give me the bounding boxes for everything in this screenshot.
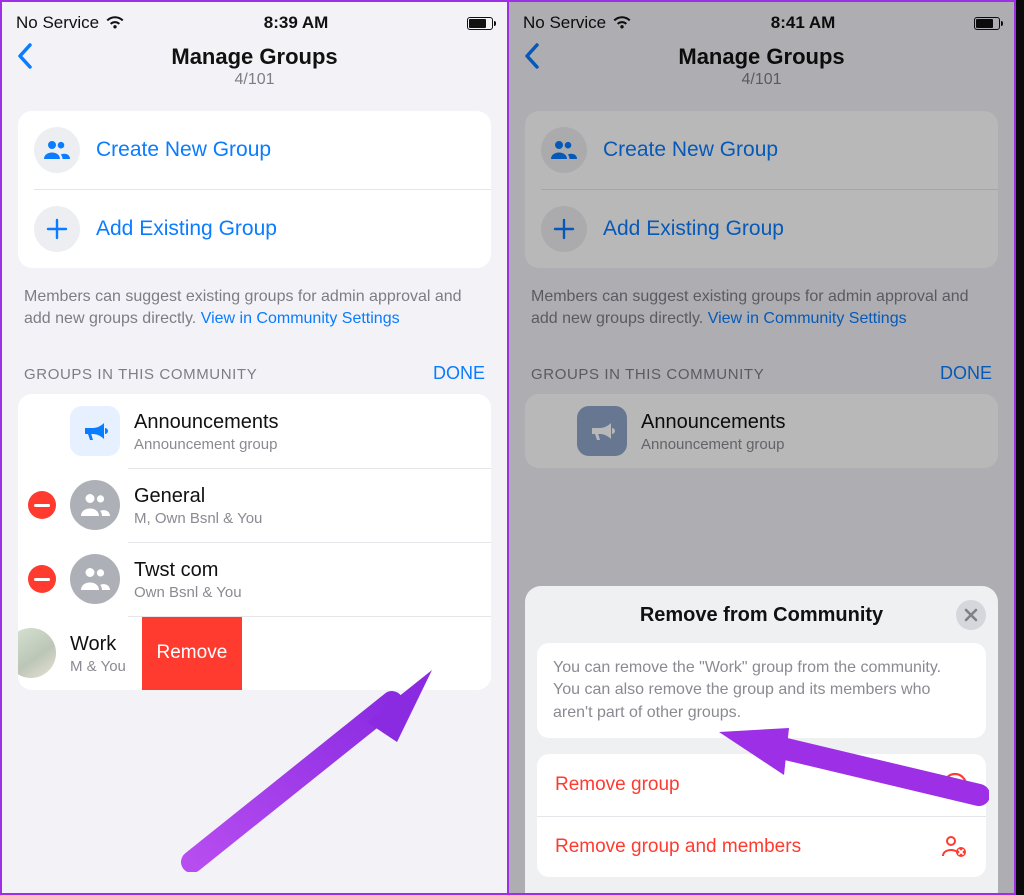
- back-chevron-icon[interactable]: [16, 42, 34, 70]
- right-screenshot: No Service 8:41 AM Manage Groups 4/101 C…: [508, 0, 1016, 895]
- group-row-twst[interactable]: Twst com Own Bsnl & You: [18, 542, 491, 616]
- wifi-icon: [105, 16, 125, 30]
- group-sub: M & You: [70, 658, 126, 675]
- swipe-remove-button[interactable]: Remove: [142, 616, 242, 690]
- group-sub: Own Bsnl & You: [134, 584, 242, 601]
- group-avatar-icon: [18, 628, 56, 678]
- nav-bar: Manage Groups 4/101: [2, 38, 507, 99]
- close-icon[interactable]: [956, 600, 986, 630]
- nav-title: Manage Groups: [2, 44, 507, 69]
- status-bar: No Service 8:39 AM: [2, 2, 507, 38]
- left-screenshot: No Service 8:39 AM Manage Groups 4/101 C…: [0, 0, 508, 895]
- section-label: GROUPS IN THIS COMMUNITY: [24, 366, 257, 383]
- remove-group-and-members-label: Remove group and members: [555, 836, 801, 858]
- done-button[interactable]: DONE: [433, 363, 485, 384]
- sheet-title: Remove from Community: [640, 604, 883, 627]
- edit-delete-icon[interactable]: [28, 565, 56, 593]
- create-new-group-button[interactable]: Create New Group: [18, 111, 491, 189]
- add-existing-group-button[interactable]: Add Existing Group: [34, 189, 491, 268]
- group-name: Work: [70, 632, 126, 656]
- plus-icon: [34, 206, 80, 252]
- group-sub: Announcement group: [134, 436, 279, 453]
- hint-text: Members can suggest existing groups for …: [18, 268, 491, 335]
- remove-sheet: Remove from Community You can remove the…: [525, 586, 998, 893]
- group-name: Announcements: [134, 410, 279, 434]
- carrier-text: No Service: [16, 13, 99, 33]
- group-avatar-icon: [70, 554, 120, 604]
- view-settings-link[interactable]: View in Community Settings: [201, 310, 400, 327]
- edit-delete-icon[interactable]: [28, 491, 56, 519]
- group-row-general[interactable]: General M, Own Bsnl & You: [18, 468, 491, 542]
- group-row-announcements[interactable]: Announcements Announcement group: [18, 394, 491, 468]
- remove-group-label: Remove group: [555, 774, 680, 796]
- megaphone-icon: [70, 406, 120, 456]
- add-existing-group-label: Add Existing Group: [96, 217, 277, 241]
- remove-group-button[interactable]: Remove group: [537, 754, 986, 816]
- people-icon: [34, 127, 80, 173]
- minus-circle-icon: [942, 772, 968, 798]
- clock: 8:39 AM: [264, 13, 329, 33]
- group-avatar-icon: [70, 480, 120, 530]
- remove-group-and-members-button[interactable]: Remove group and members: [537, 816, 986, 877]
- group-name: General: [134, 484, 262, 508]
- person-remove-icon: [940, 835, 968, 859]
- sheet-description: You can remove the "Work" group from the…: [537, 643, 986, 738]
- create-new-group-label: Create New Group: [96, 138, 271, 162]
- group-row-work[interactable]: Work M & You Remove: [18, 616, 491, 690]
- group-name: Twst com: [134, 558, 242, 582]
- group-sub: M, Own Bsnl & You: [134, 510, 262, 527]
- battery-icon: [467, 17, 493, 30]
- nav-subtitle: 4/101: [2, 71, 507, 89]
